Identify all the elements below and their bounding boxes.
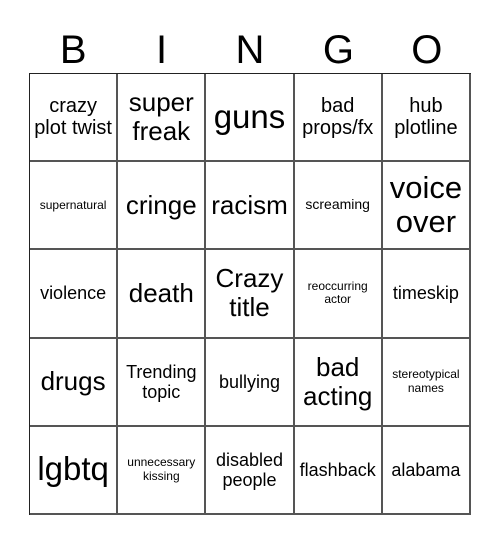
bingo-cell[interactable]: death bbox=[118, 250, 207, 339]
header-letter-g: G bbox=[322, 28, 354, 72]
cell-text: lgbtq bbox=[37, 450, 109, 488]
bingo-cell[interactable]: screaming bbox=[294, 162, 383, 251]
bingo-cell[interactable]: alabama bbox=[382, 426, 471, 515]
bingo-header: B I N G O bbox=[29, 28, 471, 72]
cell-text: supernatural bbox=[39, 197, 107, 212]
bingo-cell[interactable]: reoccurring actor bbox=[294, 250, 383, 339]
cell-text: crazy plot twist bbox=[34, 94, 112, 140]
cell-text: flashback bbox=[299, 459, 376, 480]
cell-text: super freak bbox=[128, 86, 194, 147]
bingo-cell[interactable]: disabled people bbox=[206, 426, 295, 515]
cell-text: Trending topic bbox=[126, 361, 197, 402]
bingo-cell[interactable]: racism bbox=[206, 162, 295, 251]
bingo-cell[interactable]: cringe bbox=[118, 162, 207, 251]
cell-text: racism bbox=[211, 189, 288, 220]
cell-text: bad acting bbox=[303, 351, 373, 411]
bingo-cell[interactable]: crazy plot twist bbox=[30, 74, 119, 163]
bingo-cell[interactable]: hub plotline bbox=[382, 74, 471, 163]
cell-text: hub plotline bbox=[394, 94, 458, 140]
cell-text: disabled people bbox=[215, 449, 284, 490]
bingo-cell[interactable]: supernatural bbox=[30, 162, 119, 251]
header-letter-i: I bbox=[156, 28, 168, 72]
bingo-cell[interactable]: guns bbox=[206, 74, 295, 163]
bingo-cell[interactable]: voice over bbox=[382, 162, 471, 251]
cell-text: death bbox=[128, 277, 194, 308]
cell-text: violence bbox=[40, 283, 107, 304]
bingo-grid: crazy plot twist super freak guns bad pr… bbox=[29, 73, 471, 515]
cell-text: reoccurring actor bbox=[307, 279, 368, 307]
cell-text: cringe bbox=[125, 189, 197, 220]
cell-text: bad props/fx bbox=[302, 94, 374, 140]
cell-text: voice over bbox=[389, 169, 463, 240]
bingo-cell[interactable]: bad props/fx bbox=[294, 74, 383, 163]
cell-text: alabama bbox=[391, 459, 461, 480]
bingo-cell[interactable]: unnecessary kissing bbox=[118, 426, 207, 515]
bingo-cell[interactable]: lgbtq bbox=[30, 426, 119, 515]
header-letter-o: O bbox=[411, 28, 443, 72]
bingo-cell[interactable]: drugs bbox=[30, 338, 119, 427]
cell-text: guns bbox=[213, 97, 286, 135]
cell-text: timeskip bbox=[392, 283, 459, 304]
cell-text: bullying bbox=[218, 371, 281, 392]
bingo-cell[interactable]: bad acting bbox=[294, 338, 383, 427]
cell-text: drugs bbox=[40, 366, 106, 397]
bingo-cell[interactable]: Crazy title bbox=[206, 250, 295, 339]
header-letter-n: N bbox=[235, 28, 265, 72]
cell-text: unnecessary kissing bbox=[127, 455, 196, 483]
bingo-cell[interactable]: Trending topic bbox=[118, 338, 207, 427]
bingo-cell[interactable]: flashback bbox=[294, 426, 383, 515]
bingo-cell[interactable]: bullying bbox=[206, 338, 295, 427]
cell-text: stereotypical names bbox=[392, 367, 460, 395]
bingo-cell[interactable]: violence bbox=[30, 250, 119, 339]
cell-text: screaming bbox=[305, 196, 370, 213]
bingo-cell[interactable]: timeskip bbox=[382, 250, 471, 339]
bingo-cell[interactable]: super freak bbox=[118, 74, 207, 163]
header-letter-b: B bbox=[59, 28, 87, 72]
cell-text: Crazy title bbox=[215, 263, 284, 323]
bingo-cell[interactable]: stereotypical names bbox=[382, 338, 471, 427]
